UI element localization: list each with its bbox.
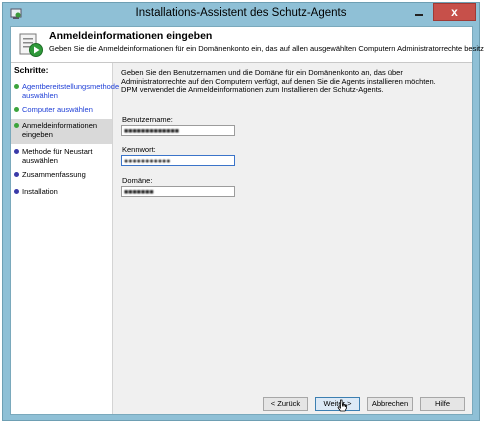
step-summary[interactable]: Zusammenfassung xyxy=(14,170,110,179)
instructions-line-1: Geben Sie den Benutzernamen und die Domä… xyxy=(121,68,436,86)
page-title: Anmeldeinformationen eingeben xyxy=(49,30,213,42)
help-button[interactable]: Hilfe xyxy=(420,397,465,411)
step-pending-icon xyxy=(14,149,19,154)
password-field[interactable]: ●●●●●●●●●●● xyxy=(121,155,235,166)
step-done-icon xyxy=(14,84,19,89)
step-pending-icon xyxy=(14,189,19,194)
steps-panel: Schritte: Agentbereitstellungsmethode au… xyxy=(11,63,120,414)
password-label: Kennwort: xyxy=(122,145,156,154)
domain-field[interactable]: ■■■■■■■ xyxy=(121,186,235,197)
step-label: Zusammenfassung xyxy=(22,170,86,179)
step-label: Computer auswählen xyxy=(22,105,93,114)
username-field[interactable]: ■■■■■■■■■■■■■ xyxy=(121,125,235,136)
password-value: ●●●●●●●●●●● xyxy=(124,158,171,165)
content-panel: Geben Sie den Benutzernamen und die Domä… xyxy=(113,63,472,393)
step-agent-deployment-method[interactable]: Agentbereitstellungsmethode auswählen xyxy=(14,82,120,100)
step-label: Installation xyxy=(22,187,58,196)
domain-value: ■■■■■■■ xyxy=(124,189,154,196)
step-pending-icon xyxy=(14,172,19,177)
step-label: Anmeldeinformationen eingeben xyxy=(22,121,98,139)
domain-label: Domäne: xyxy=(122,176,153,185)
instructions-text: Geben Sie den Benutzernamen und die Domä… xyxy=(121,68,461,95)
step-restart-method[interactable]: Methode für Neustart auswählen xyxy=(14,147,110,165)
agent-install-icon xyxy=(19,33,43,57)
wizard-window: Installations-Assistent des Schutz-Agent… xyxy=(2,2,484,421)
minimize-icon xyxy=(415,14,423,16)
close-button[interactable]: x xyxy=(433,3,476,21)
title-bar[interactable]: Installations-Assistent des Schutz-Agent… xyxy=(3,3,479,26)
step-select-computers[interactable]: Computer auswählen xyxy=(14,105,110,114)
page-subtitle: Geben Sie die Anmeldeinformationen für e… xyxy=(49,44,484,53)
step-current-icon xyxy=(14,123,19,128)
username-value: ■■■■■■■■■■■■■ xyxy=(124,128,179,135)
cancel-button[interactable]: Abbrechen xyxy=(367,397,413,411)
close-icon: x xyxy=(451,5,458,19)
step-label: Methode für Neustart auswählen xyxy=(22,147,93,165)
minimize-button[interactable] xyxy=(406,3,432,21)
instructions-line-2: DPM verwendet die Anmeldeinformationen z… xyxy=(121,85,384,94)
back-button[interactable]: < Zurück xyxy=(263,397,308,411)
wizard-header: Anmeldeinformationen eingeben Geben Sie … xyxy=(11,27,484,63)
mouse-cursor-icon xyxy=(337,399,347,412)
step-label: Agentbereitstellungsmethode auswählen xyxy=(22,82,120,100)
wizard-client-area: Anmeldeinformationen eingeben Geben Sie … xyxy=(10,26,484,415)
step-enter-credentials[interactable]: Anmeldeinformationen eingeben xyxy=(11,119,112,144)
steps-title: Schritte: xyxy=(14,65,49,75)
username-label: Benutzername: xyxy=(122,115,173,124)
step-done-icon xyxy=(14,107,19,112)
step-installation[interactable]: Installation xyxy=(14,187,110,196)
